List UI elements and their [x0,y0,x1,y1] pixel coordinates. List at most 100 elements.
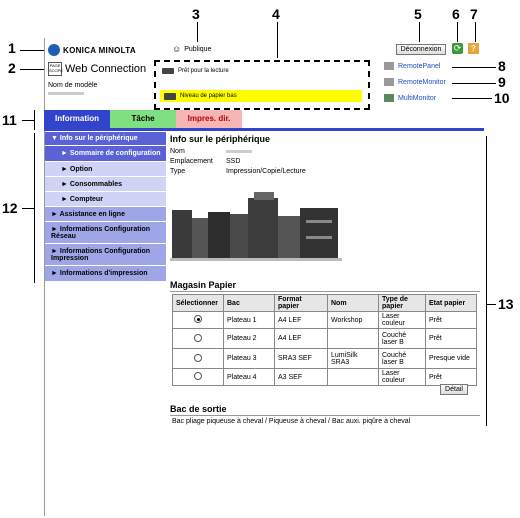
multimonitor-link[interactable]: MultiMonitor [384,94,436,102]
remotepanel-icon [384,62,394,70]
field-nom-label: Nom [170,148,185,155]
bracket-11 [34,110,35,130]
sidebar-item-sommaire-configuration[interactable]: ► Sommaire de configuration [45,146,166,162]
status-ready-text: Prêt pour la lecture [178,68,229,74]
callout-1: 1 [8,40,16,56]
cell-bac: Plateau 4 [223,368,275,386]
sidebar-item-option[interactable]: ► Option [45,162,166,177]
callout-7: 7 [470,6,478,22]
remotemonitor-link[interactable]: RemoteMonitor [384,78,446,86]
radio-tray-2[interactable] [194,333,202,342]
printer-icon [164,92,176,100]
cell-etat: Presque vide [425,348,477,369]
col-type: Type de papier [378,294,426,312]
callout-6: 6 [452,6,460,22]
sidebar-item-info-peripherique[interactable]: ▼ Info sur le périphérique [45,132,166,146]
sidebar-item-assistance[interactable]: ► Assistance en ligne [45,207,166,222]
field-emplacement-value: SSD [226,158,241,165]
leader-2 [20,69,44,70]
table-row: Plateau 3 SRA3 SEF LumiSilk SRA3 Couché … [172,348,477,369]
field-emplacement-label: Emplacement [170,158,213,165]
status-ready: Prêt pour la lecture [162,68,229,74]
cell-nom [327,328,379,349]
select-cell [172,328,224,349]
pagescope-mark-icon: PAGE SCOPE [48,62,63,76]
output-section-title: Bac de sortie [170,404,227,414]
sidebar-item-infos-impression[interactable]: ► Informations d'impression [45,266,166,282]
tray-table-header-row: Sélectionner Bac Format papier Nom Type … [172,294,477,312]
sidebar-item-config-reseau[interactable]: ► Informations Configuration Réseau [45,222,166,244]
col-etat: Etat papier [425,294,477,312]
cell-nom: LumiSilk SRA3 [327,348,379,369]
cell-format: A3 SEF [274,368,328,386]
remotemonitor-icon [384,78,394,86]
bracket-12 [34,133,35,283]
col-nom: Nom [327,294,379,312]
user-mode: Publique [184,45,212,53]
remotepanel-text: RemotePanel [398,62,441,70]
page-title: Info sur le périphérique [170,134,271,144]
user-icon: ☺ [172,44,182,54]
sidebar-item-config-impression[interactable]: ► Informations Configuration Impression [45,244,166,266]
leader-1 [20,50,44,51]
cell-format: A4 LEF [274,311,328,329]
detail-button[interactable]: Détail [440,384,468,395]
cell-etat: Prêt [425,328,477,349]
col-bac: Bac [223,294,275,312]
output-section-divider [170,415,480,416]
field-type-value: Impression/Copie/Lecture [226,168,306,175]
col-format: Format papier [274,294,328,312]
model-label: Nom de modèle [48,82,98,89]
select-cell [172,368,224,386]
multimonitor-text: MultiMonitor [398,94,437,102]
select-cell [172,311,224,329]
tab-impres-dir[interactable]: Impres. dir. [176,110,242,128]
cell-bac: Plateau 2 [223,328,275,349]
cell-type: Laser couleur [378,368,426,386]
status-paper-text: Niveau de papier bas [180,93,237,99]
cell-type: Couché laser B [378,328,426,349]
machine-image [170,192,342,261]
model-value-redacted [48,92,84,95]
cell-type: Laser couleur [378,311,426,329]
cell-nom [327,368,379,386]
konica-logo-icon [48,44,60,56]
logout-button[interactable]: Déconnexion [396,44,446,55]
table-row: Plateau 1 A4 LEF Workshop Laser couleur … [172,311,477,329]
cell-nom: Workshop [327,311,379,329]
help-icon[interactable]: ? [468,43,479,54]
remotemonitor-text: RemoteMonitor [398,78,446,86]
callout-4: 4 [272,6,280,22]
tray-table: Sélectionner Bac Format papier Nom Type … [172,294,477,386]
leader-12 [22,208,34,209]
sidebar-item-consommables[interactable]: ► Consommables [45,177,166,192]
table-row: Plateau 2 A4 LEF Couché laser B Prêt [172,328,477,349]
cell-etat: Prêt [425,368,477,386]
tab-tache[interactable]: Tâche [110,110,176,128]
cell-bac: Plateau 3 [223,348,275,369]
col-selectionner: Sélectionner [172,294,224,312]
remotepanel-link[interactable]: RemotePanel [384,62,440,70]
brand-name: KONICA MINOLTA [63,45,136,55]
cell-bac: Plateau 1 [223,311,275,329]
status-paper-warning[interactable]: Niveau de papier bas [160,90,362,102]
field-type-label: Type [170,168,186,175]
webconnection-title: Web Connection [65,63,147,75]
table-row: Plateau 4 A3 SEF Laser couleur Prêt [172,368,477,386]
callout-3: 3 [192,6,200,22]
output-text: Bac pliage piqueuse à cheval / Piqueuse … [172,418,411,425]
cell-type: Couché laser B [378,348,426,369]
callout-2: 2 [8,60,16,76]
callout-5: 5 [414,6,422,22]
tab-information[interactable]: Information [44,110,110,128]
tab-underline [44,128,484,131]
radio-tray-1[interactable] [194,315,202,323]
refresh-icon[interactable]: ⟳ [452,43,463,54]
radio-tray-3[interactable] [194,353,202,362]
tray-section-title: Magasin Papier [170,280,237,290]
cell-etat: Prêt [425,311,477,329]
tray-section-divider [170,291,480,292]
radio-tray-4[interactable] [194,372,202,380]
callout-12: 12 [2,200,18,216]
sidebar-item-compteur[interactable]: ► Compteur [45,192,166,207]
